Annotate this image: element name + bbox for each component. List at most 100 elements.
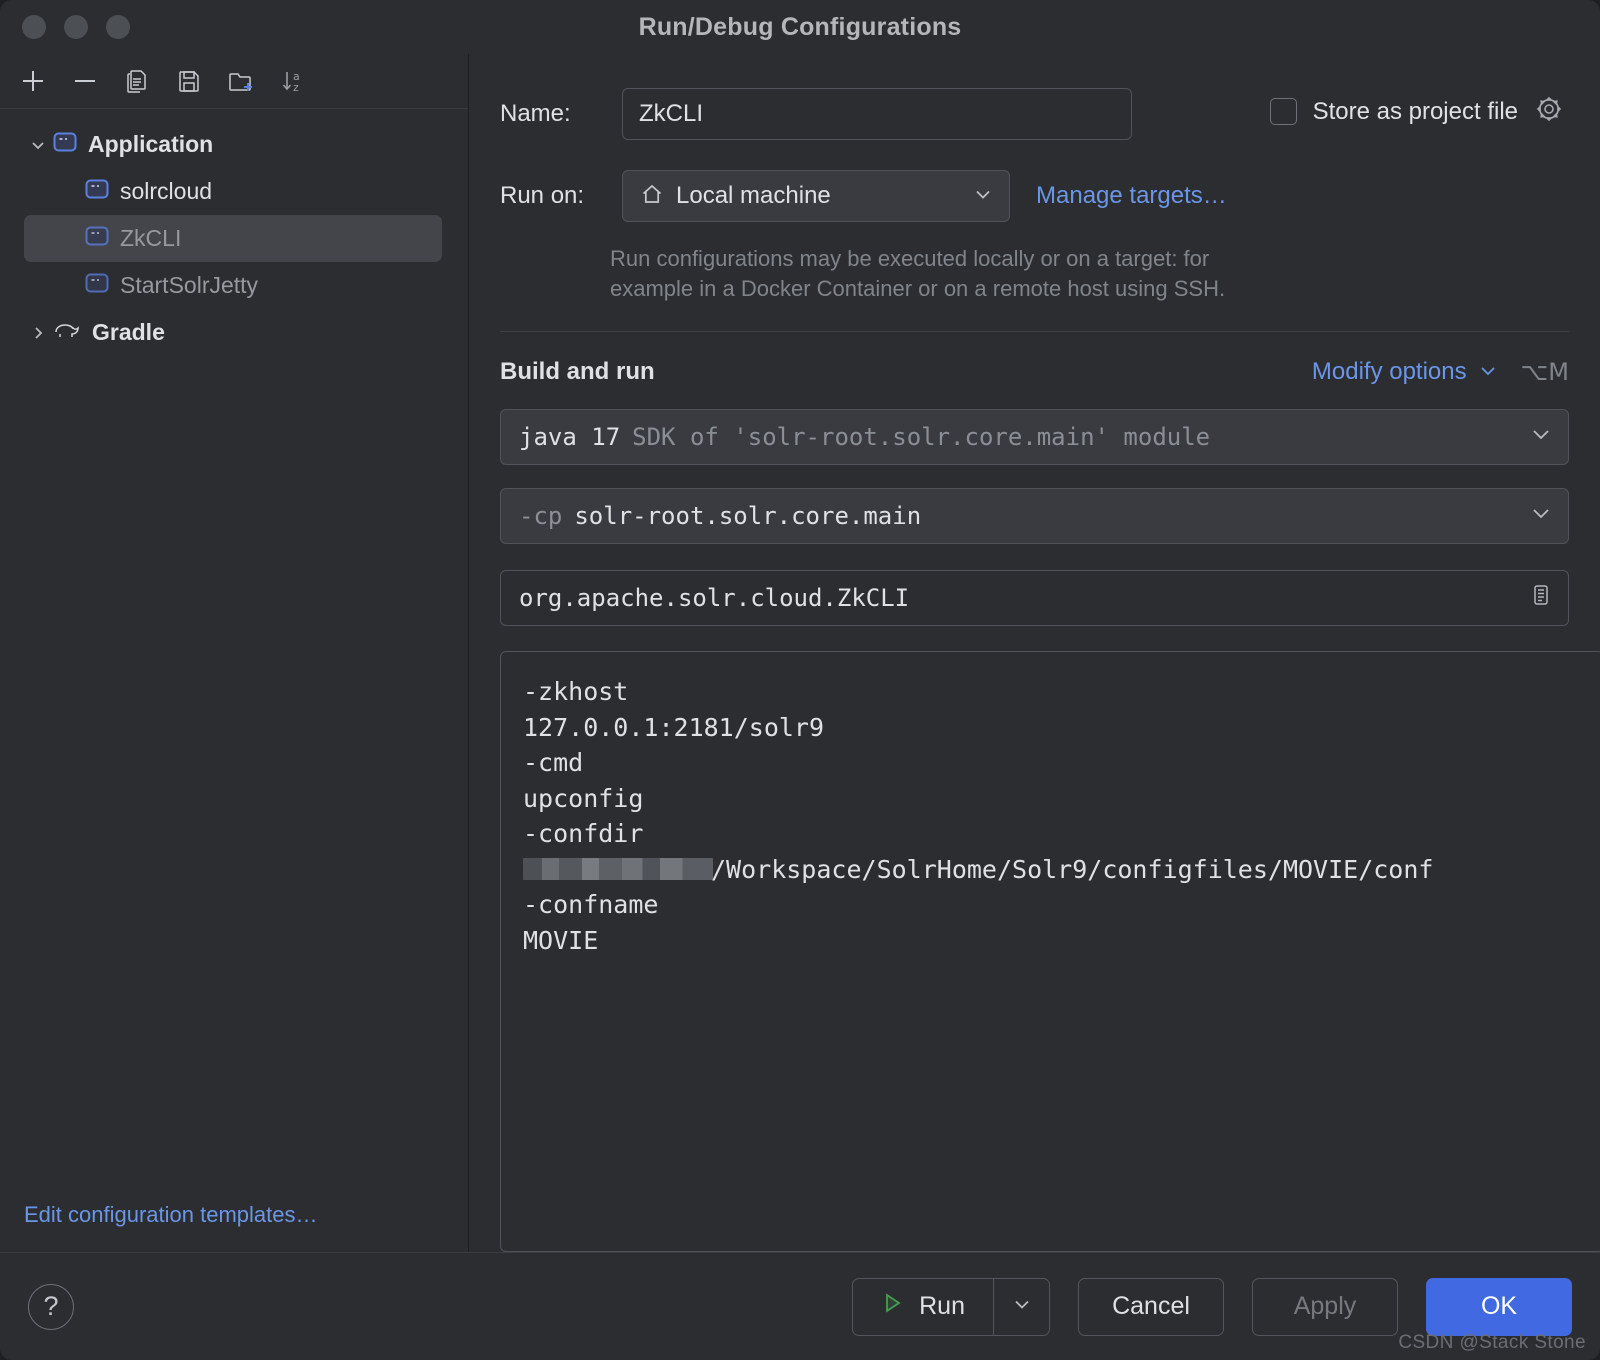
run-on-dropdown[interactable]: Local machine	[622, 170, 1010, 222]
run-on-value: Local machine	[676, 182, 831, 209]
build-and-run-title: Build and run	[500, 358, 655, 386]
modify-options-link[interactable]: Modify options	[1312, 358, 1499, 387]
classpath-prefix: -cp	[519, 502, 563, 531]
modify-options-label: Modify options	[1311, 357, 1467, 385]
tree-item-label: solrcloud	[120, 178, 213, 204]
modify-options-shortcut: ⌥M	[1520, 358, 1569, 387]
minimize-button[interactable]	[64, 15, 88, 39]
minus-icon	[71, 67, 99, 95]
add-configuration-button[interactable]	[10, 61, 56, 101]
plus-icon	[19, 67, 47, 95]
jre-secondary-value: SDK of 'solr-root.solr.core.main' module	[632, 423, 1211, 452]
run-button-label: Run	[919, 1292, 965, 1320]
program-arguments-textarea[interactable]: -zkhost 127.0.0.1:2181/solr9 -cmd upconf…	[500, 651, 1600, 1252]
tree-item-label: StartSolrJetty	[120, 272, 259, 298]
store-as-project-file-row[interactable]: Store as project file	[1269, 94, 1564, 129]
chevron-down-icon[interactable]	[1528, 500, 1554, 532]
application-icon	[84, 223, 110, 254]
footer-buttons: Run Cancel Apply OK	[852, 1277, 1572, 1336]
expand-editor-icon[interactable]	[1528, 582, 1554, 614]
new-folder-button[interactable]	[218, 61, 264, 101]
chevron-down-icon	[1010, 1292, 1034, 1321]
args-line-3: -cmd	[523, 748, 584, 778]
jre-dropdown[interactable]: java 17 SDK of 'solr-root.solr.core.main…	[500, 409, 1569, 466]
run-dropdown-button[interactable]	[993, 1278, 1049, 1335]
tree-item-label: ZkCLI	[120, 225, 182, 251]
args-line-6-suffix: /Workspace/SolrHome/Solr9/configfiles/MO…	[711, 854, 1434, 884]
sort-configurations-button[interactable]: a z	[270, 61, 316, 101]
gradle-elephant-icon	[52, 317, 82, 348]
play-triangle-icon	[879, 1290, 905, 1323]
application-icon	[52, 129, 78, 160]
configurations-tree: Application solrcloud ZkCLI StartSolrJet…	[0, 109, 468, 1202]
save-icon	[175, 67, 203, 95]
tree-item-gradle[interactable]: Gradle	[0, 309, 468, 356]
cancel-button[interactable]: Cancel	[1078, 1277, 1224, 1336]
tree-item-label: Gradle	[92, 319, 165, 345]
classpath-module-dropdown[interactable]: -cp solr-root.solr.core.main	[500, 488, 1569, 545]
tree-item-solrcloud[interactable]: solrcloud	[0, 168, 468, 215]
store-as-project-file-label: Store as project file	[1312, 97, 1518, 125]
zoom-button[interactable]	[106, 15, 130, 39]
classpath-module-value: solr-root.solr.core.main	[574, 502, 922, 531]
run-on-hint-line-1: Run configurations may be executed local…	[610, 246, 1210, 271]
args-line-2: 127.0.0.1:2181/solr9	[523, 712, 825, 742]
main-class-input[interactable]: org.apache.solr.cloud.ZkCLI	[500, 570, 1569, 627]
tree-item-application[interactable]: Application	[0, 121, 468, 168]
save-configuration-button[interactable]	[166, 61, 212, 101]
tree-item-zkcli[interactable]: ZkCLI	[24, 215, 442, 262]
run-on-label: Run on:	[500, 182, 585, 209]
watermark: CSDN @Stack Stone	[1398, 1332, 1586, 1353]
dialog-footer: ? Run Cancel Apply OK CSDN @Stack Stone	[0, 1252, 1600, 1360]
edit-configuration-templates-link[interactable]: Edit configuration templates…	[24, 1202, 318, 1227]
dialog-body: a z Application solrcloud ZkCLI StartSol…	[0, 54, 1600, 1252]
store-as-project-file-checkbox[interactable]	[1269, 98, 1297, 125]
build-and-run-header: Build and run Modify options ⌥M	[500, 358, 1569, 387]
close-button[interactable]	[22, 15, 46, 39]
args-line-4: upconfig	[523, 783, 644, 813]
chevron-down-icon[interactable]	[971, 182, 995, 211]
run-button[interactable]: Run	[853, 1279, 993, 1335]
run-on-hint: Run configurations may be executed local…	[610, 244, 1370, 305]
application-icon	[84, 176, 110, 207]
tree-item-label: Application	[88, 131, 214, 157]
gear-icon[interactable]	[1534, 94, 1564, 129]
name-input[interactable]: ZkCLI	[622, 88, 1132, 140]
configurations-sidebar: a z Application solrcloud ZkCLI StartSol…	[0, 54, 469, 1252]
copy-configuration-button[interactable]	[114, 61, 160, 101]
tree-item-startsolrjetty[interactable]: StartSolrJetty	[0, 262, 468, 309]
copy-icon	[123, 67, 151, 95]
args-line-8: MOVIE	[523, 925, 599, 955]
window-controls	[0, 15, 130, 39]
args-line-1: -zkhost	[523, 677, 629, 707]
configuration-editor-pane: Name: ZkCLI Store as project file Run on…	[469, 54, 1600, 1252]
help-button[interactable]: ?	[28, 1283, 74, 1330]
manage-targets-link[interactable]: Manage targets…	[1036, 182, 1227, 210]
run-debug-configurations-dialog: Run/Debug Configurations a z Application…	[0, 0, 1600, 1360]
application-icon	[84, 270, 110, 301]
remove-configuration-button[interactable]	[62, 61, 108, 101]
run-split-button[interactable]: Run	[852, 1277, 1050, 1336]
section-divider	[500, 330, 1569, 332]
dialog-title: Run/Debug Configurations	[638, 12, 962, 41]
title-bar: Run/Debug Configurations	[0, 0, 1600, 54]
chevron-down-icon[interactable]	[1528, 421, 1554, 453]
run-on-row: Run on: Local machine Manage targets…	[469, 170, 1600, 222]
sort-az-icon: a z	[278, 67, 308, 95]
main-class-value: org.apache.solr.cloud.ZkCLI	[519, 584, 910, 613]
run-on-hint-line-2: example in a Docker Container or on a re…	[610, 276, 1226, 302]
ok-button[interactable]: OK	[1426, 1277, 1572, 1336]
jre-primary-value: java 17	[519, 423, 621, 452]
name-label: Name:	[500, 100, 571, 127]
redacted-path-prefix	[523, 857, 713, 880]
chevron-right-icon[interactable]	[24, 323, 52, 343]
apply-button: Apply	[1252, 1277, 1398, 1336]
edit-templates-container: Edit configuration templates…	[0, 1202, 468, 1252]
chevron-down-icon	[1477, 358, 1499, 385]
chevron-down-icon[interactable]	[24, 135, 52, 155]
svg-text:z: z	[293, 81, 299, 94]
sidebar-toolbar: a z	[0, 54, 468, 109]
folder-add-icon	[226, 67, 256, 95]
args-line-7: -confname	[523, 890, 659, 920]
home-icon	[639, 181, 665, 212]
